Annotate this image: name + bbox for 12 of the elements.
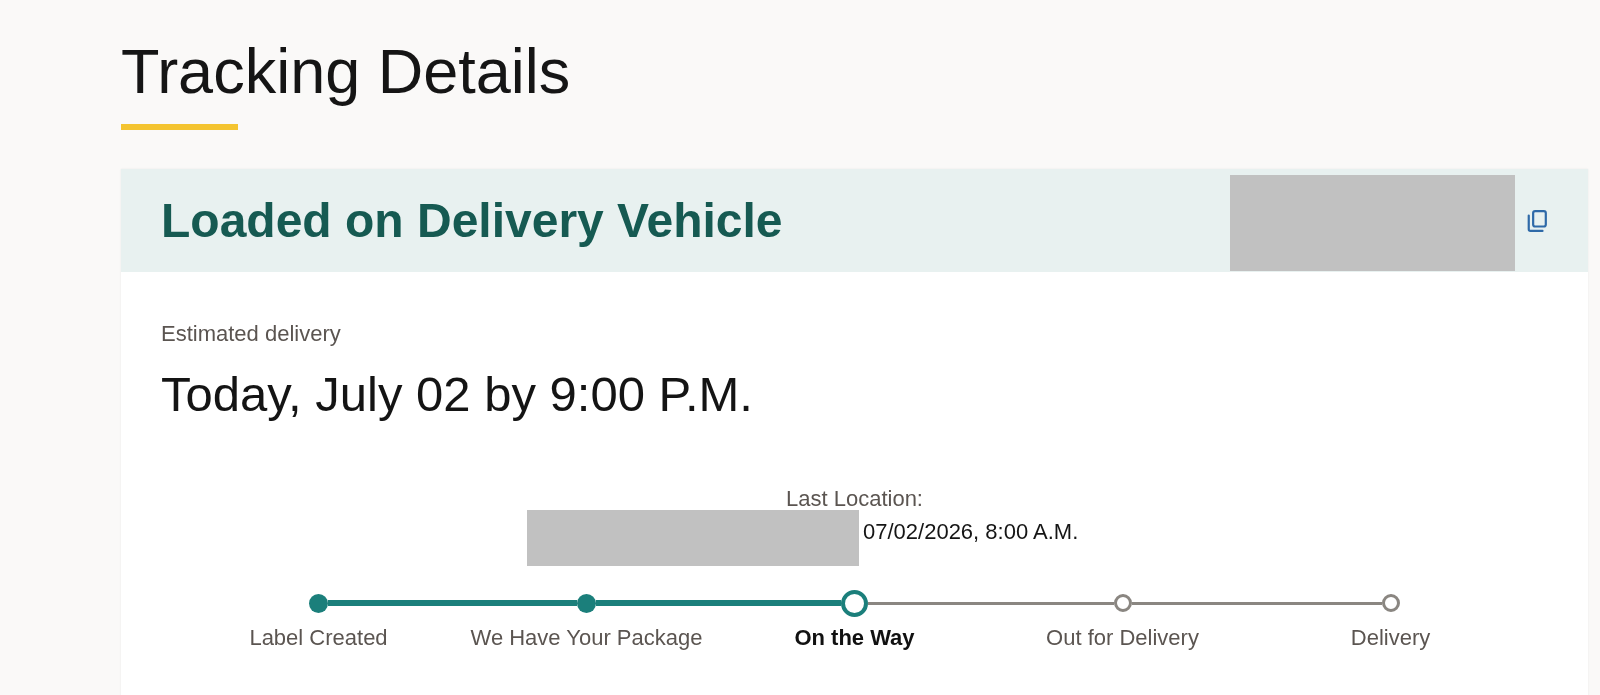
step-label: Out for Delivery xyxy=(1046,625,1199,651)
last-location-timestamp: 07/02/2026, 8:00 A.M. xyxy=(863,519,1079,545)
page-title: Tracking Details xyxy=(121,35,571,108)
estimated-delivery-date: Today, July 02 by 9:00 P.M. xyxy=(161,366,753,423)
estimated-delivery-label: Estimated delivery xyxy=(161,321,341,347)
copy-icon[interactable] xyxy=(1527,209,1547,232)
status-heading: Loaded on Delivery Vehicle xyxy=(161,193,783,247)
step-label: Delivery xyxy=(1350,625,1431,651)
step-label: On the Way xyxy=(794,625,915,651)
last-location-label: Last Location: xyxy=(786,487,923,511)
step-label: We Have Your Package xyxy=(470,625,703,651)
step-label: Label Created xyxy=(249,625,388,651)
